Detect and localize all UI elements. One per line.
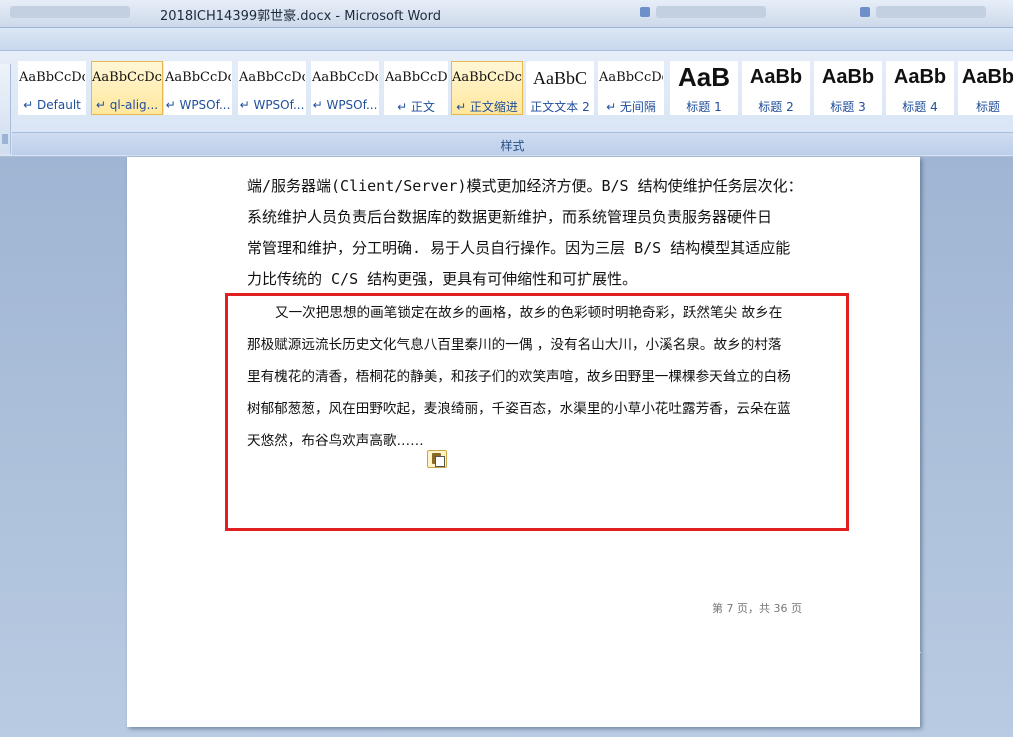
style-label: ↵ 正文 — [397, 100, 435, 114]
style-label: ↵ WPSOf... — [165, 98, 231, 112]
watermark-site: jingyan.baidu.com — [778, 688, 916, 707]
style-item[interactable]: AaBbCcDc ↵ WPSOf... — [311, 61, 379, 115]
blurred-tab — [876, 6, 986, 18]
text-line: 常管理和维护，分工明确. 易于人员自行操作。因为三层 B/S 结构模型其适应能 — [247, 239, 791, 257]
text-line: 那极赋源远流长历史文化气息八百里秦川的一偶 ，没有名山大川，小溪名泉。故乡的村落 — [247, 337, 782, 353]
style-preview: AaBb — [961, 66, 1013, 88]
baidu-watermark: Bai 经验 jingyan.baidu.com — [778, 630, 1008, 710]
text-line: 力比传统的 C/S 结构更强，更具有可伸缩性和可扩展性。 — [247, 270, 638, 288]
style-item[interactable]: AaBbC 正文文本 2 — [526, 61, 594, 115]
paw-icon — [840, 634, 870, 666]
text-line: 又一次把思想的画笔锁定在故乡的画格，故乡的色彩顿时明艳奇彩，跃然笔尖 故乡在 — [275, 305, 783, 321]
style-label: ↵ 正文缩进 — [456, 100, 518, 114]
style-preview: AaBbCcDc — [452, 70, 522, 85]
blurred-tab — [656, 6, 766, 18]
style-item[interactable]: AaBbCcDc ↵ ql-alig... — [91, 61, 163, 115]
style-preview: AaBbCcDd — [385, 70, 447, 85]
style-preview: AaBb — [821, 66, 875, 88]
style-label: ↵ WPSOf... — [312, 98, 378, 112]
style-preview: AaBbCcDc — [19, 70, 85, 85]
style-preview: AaBbCcDc — [239, 70, 305, 85]
window-title: 2018ICH14399郭世豪.docx - Microsoft Word — [160, 9, 441, 24]
style-preview: AaBbC — [533, 68, 587, 88]
style-preview: AaBbCcDc — [312, 70, 378, 85]
paste-options-icon[interactable] — [427, 450, 447, 468]
title-bar: 2018ICH14399郭世豪.docx - Microsoft Word — [0, 0, 1013, 28]
styles-gallery: AaBbCcDc ↵ Default AaBbCcDc ↵ ql-alig... AaB… — [18, 61, 1013, 117]
style-item[interactable]: AaBb 标题 2 — [742, 61, 810, 115]
style-label: ↵ 无间隔 — [606, 100, 656, 114]
style-item[interactable]: AaBbCcDc ↵ WPSOf... — [238, 61, 306, 115]
style-label: 标题 3 — [830, 100, 866, 114]
style-label: ↵ ql-alig... — [95, 98, 159, 112]
text-line: 里有槐花的清香，梧桐花的静美，和孩子们的欢笑声喧，故乡田野里一棵棵参天耸立的白杨 — [247, 369, 791, 385]
styles-group-label: 样式 — [500, 139, 525, 153]
page-indicator: 第 7 页，共 36 页 — [712, 602, 802, 615]
style-preview: AaBb — [893, 66, 947, 88]
style-label: 正文文本 2 — [530, 100, 590, 114]
ribbon: AaBbCcDc ↵ Default AaBbCcDc ↵ ql-alig... AaB… — [0, 28, 1013, 156]
app-icon — [860, 7, 870, 17]
styles-group-footer: 样式 — [12, 132, 1013, 155]
paragraph-1[interactable]: 端/服务器端(Client/Server)模式更加经济方便。B/S 结构使维护任… — [247, 171, 807, 295]
style-label: 标题 2 — [758, 100, 794, 114]
style-preview: AaBbCcDd — [599, 70, 663, 85]
style-label: 标题 1 — [686, 100, 722, 114]
style-label: 标题 — [975, 100, 1000, 114]
style-item[interactable]: AaBbCcDd ↵ 无间隔 — [598, 61, 664, 115]
style-item[interactable]: AaBb 标题 4 — [886, 61, 954, 115]
style-item[interactable]: AaBb 标题 — [958, 61, 1013, 115]
style-label: 标题 4 — [902, 100, 938, 114]
style-item[interactable]: AaBbCcDc ↵ 正文缩进 — [451, 61, 523, 115]
style-label: ↵ Default — [23, 98, 81, 112]
style-preview: AaBbCcDc — [92, 70, 162, 85]
style-item[interactable]: AaBbCcDc ↵ Default — [18, 61, 86, 115]
style-item[interactable]: AaBbCcDc ↵ WPSOf... — [164, 61, 232, 115]
style-item[interactable]: AaB 标题 1 — [670, 61, 738, 115]
blurred-tab — [10, 6, 130, 18]
text-line: 树郁郁葱葱，风在田野吹起，麦浪绮丽，千姿百态，水渠里的小草小花吐露芳香，云朵在蓝 — [247, 401, 791, 417]
paragraph-2[interactable]: 又一次把思想的画笔锁定在故乡的画格，故乡的色彩顿时明艳奇彩，跃然笔尖 故乡在那极… — [247, 297, 807, 457]
text-line: 端/服务器端(Client/Server)模式更加经济方便。B/S 结构使维护任… — [247, 177, 803, 195]
style-preview: AaBb — [749, 66, 803, 88]
text-line: 系统维护人员负责后台数据库的数据更新维护，而系统管理员负责服务器硬件日 — [247, 208, 773, 226]
style-preview: AaB — [677, 62, 730, 92]
style-item[interactable]: AaBbCcDd ↵ 正文 — [384, 61, 448, 115]
ribbon-tab-strip — [0, 28, 1013, 51]
text-line: 天悠然，布谷鸟欢声高歌…… — [247, 433, 424, 449]
ribbon-left-edge — [0, 64, 11, 154]
app-icon — [640, 7, 650, 17]
style-label: ↵ WPSOf... — [239, 98, 305, 112]
style-item[interactable]: AaBb 标题 3 — [814, 61, 882, 115]
style-preview: AaBbCcDc — [165, 70, 231, 85]
